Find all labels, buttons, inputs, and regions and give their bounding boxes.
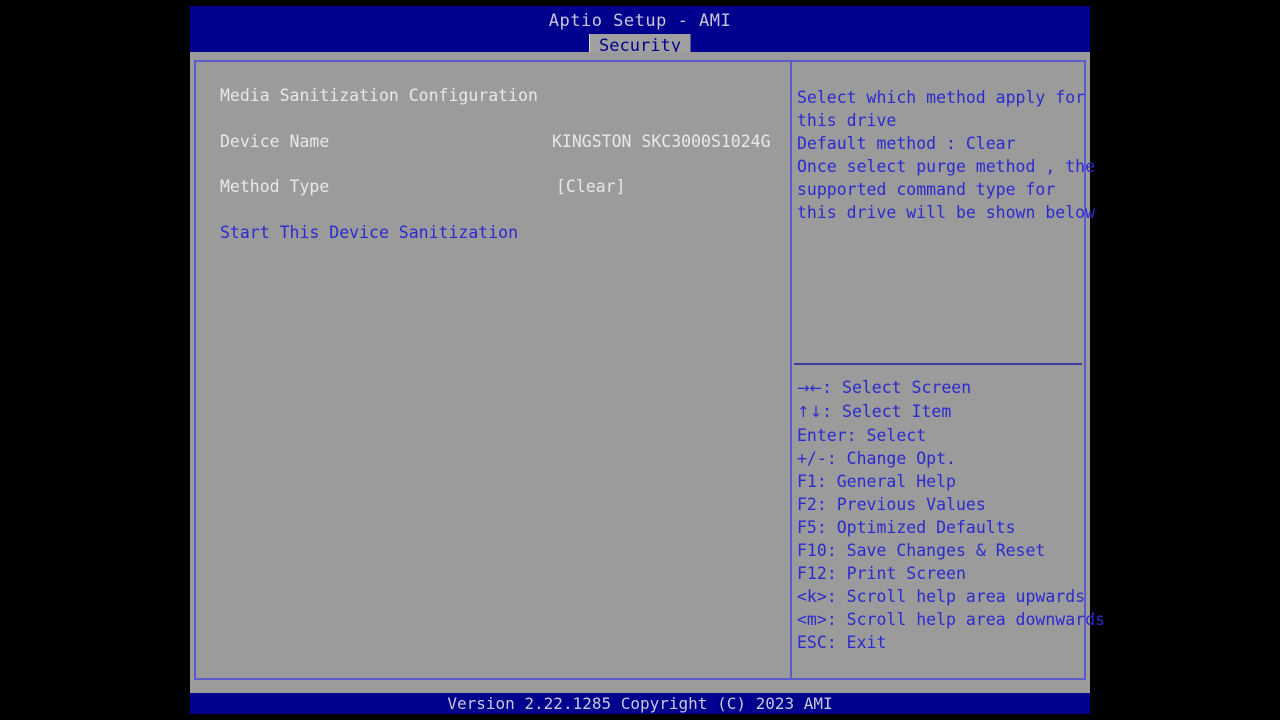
bios-window: Aptio Setup - AMI Security Media Sanitiz… bbox=[190, 6, 1105, 714]
key-legend: →←: Select Screen ↑↓: Select Item Enter: S… bbox=[797, 376, 1105, 654]
help-text-line: Default method : Clear bbox=[797, 134, 1016, 153]
help-text-line: this drive bbox=[797, 111, 897, 130]
key-legend-item: Enter: Select bbox=[797, 424, 1085, 447]
key-legend-item: ESC: Exit bbox=[797, 631, 1085, 654]
key-label: F5 bbox=[797, 518, 817, 537]
key-legend-text: : Optimized Defaults bbox=[816, 518, 1016, 537]
key-label: F12 bbox=[797, 564, 827, 583]
key-legend-text: : Select Screen bbox=[822, 378, 972, 397]
help-text-line: Select which method apply for bbox=[797, 88, 1086, 107]
key-label: Enter bbox=[797, 426, 847, 445]
key-legend-item: +/-: Change Opt. bbox=[797, 447, 1085, 470]
header-bar: Aptio Setup - AMI Security bbox=[190, 6, 1090, 59]
help-text: Select which method apply for this drive D… bbox=[797, 86, 1096, 224]
key-legend-item: F10: Save Changes & Reset bbox=[797, 539, 1085, 562]
help-text-line: this drive will be shown below bbox=[797, 203, 1096, 222]
key-legend-text: : Select bbox=[846, 426, 927, 445]
key-legend-text: : Scroll help area downwards bbox=[826, 610, 1105, 629]
key-label: F2 bbox=[797, 495, 817, 514]
key-label: F10 bbox=[797, 541, 827, 560]
key-legend-item: ↑↓: Select Item bbox=[797, 400, 1085, 424]
key-label: <k> bbox=[797, 587, 827, 606]
key-legend-item: <k>: Scroll help area upwards bbox=[797, 585, 1085, 608]
key-legend-text: : Save Changes & Reset bbox=[826, 541, 1046, 560]
key-legend-text: : Change Opt. bbox=[826, 449, 956, 468]
method-type-value[interactable]: [Clear] bbox=[556, 177, 626, 196]
help-pane: Select which method apply for this drive D… bbox=[792, 62, 1105, 678]
key-legend-item: <m>: Scroll help area downwards bbox=[797, 608, 1105, 631]
help-text-line: supported command type for bbox=[797, 180, 1056, 199]
key-label: <m> bbox=[797, 610, 827, 629]
key-legend-text: : General Help bbox=[816, 472, 956, 491]
footer-bar: Version 2.22.1285 Copyright (C) 2023 AMI bbox=[190, 693, 1090, 714]
key-legend-item: →←: Select Screen bbox=[797, 376, 1085, 400]
help-text-line: Once select purge method , the bbox=[797, 157, 1096, 176]
device-name-label: Device Name bbox=[220, 132, 330, 151]
key-legend-text: : Scroll help area upwards bbox=[826, 587, 1086, 606]
key-legend-item: F2: Previous Values bbox=[797, 493, 1085, 516]
version-text: Version 2.22.1285 Copyright (C) 2023 AMI bbox=[447, 694, 833, 713]
key-legend-text: : Exit bbox=[826, 633, 887, 652]
bios-screen: Aptio Setup - AMI Security Media Sanitiz… bbox=[0, 0, 1280, 720]
arrow-keys-icon: →← bbox=[797, 379, 823, 397]
key-label: F1 bbox=[797, 472, 817, 491]
section-title: Media Sanitization Configuration bbox=[220, 86, 538, 105]
page-title: Aptio Setup - AMI bbox=[548, 11, 732, 31]
settings-pane: Media Sanitization Configuration Device … bbox=[196, 62, 790, 678]
key-legend-text: : Select Item bbox=[822, 402, 952, 421]
content-frame: Media Sanitization Configuration Device … bbox=[194, 60, 1105, 680]
key-label: ESC bbox=[797, 633, 827, 652]
key-legend-text: : Print Screen bbox=[826, 564, 966, 583]
key-label: +/- bbox=[797, 449, 827, 468]
key-legend-item: F12: Print Screen bbox=[797, 562, 1085, 585]
key-legend-text: : Previous Values bbox=[816, 495, 986, 514]
start-device-sanitization-item[interactable]: Start This Device Sanitization bbox=[220, 223, 518, 242]
help-separator bbox=[794, 363, 1082, 365]
device-name-value: KINGSTON SKC3000S1024G bbox=[552, 132, 771, 151]
key-legend-item: F5: Optimized Defaults bbox=[797, 516, 1085, 539]
key-legend-item: F1: General Help bbox=[797, 470, 1085, 493]
arrow-keys-icon: ↑↓ bbox=[797, 403, 823, 421]
method-type-label: Method Type bbox=[220, 177, 330, 196]
